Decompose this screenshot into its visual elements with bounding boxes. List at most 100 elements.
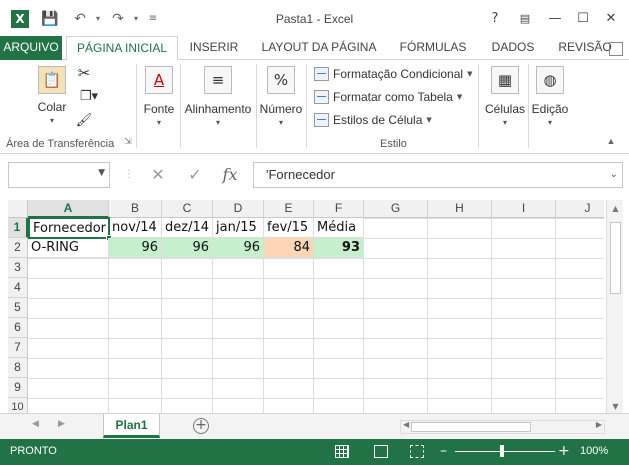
previous-sheet-icon[interactable]: ◀ [32, 419, 39, 429]
vertical-scrollbar[interactable]: ▲ ▼ [606, 200, 623, 413]
copy-icon[interactable]: ❐▾ [74, 88, 104, 104]
tab-insert[interactable]: INSERIR [184, 36, 244, 60]
cell-a1[interactable]: Fornecedor [28, 217, 110, 239]
cell-b1[interactable]: nov/14 [109, 218, 162, 238]
conditional-formatting-label: Formatação Condicional [333, 67, 464, 81]
cell-e1[interactable]: fev/15 [264, 218, 314, 238]
row-header-1[interactable]: 1 [8, 218, 28, 238]
scroll-left-icon[interactable]: ◀ [403, 420, 409, 429]
format-painter-icon[interactable]: 🖌 [74, 112, 94, 128]
cancel-icon[interactable]: ✕ [147, 164, 169, 186]
zoom-level[interactable]: 100% [580, 445, 608, 457]
expand-formula-bar-icon[interactable]: ⌄ [610, 163, 618, 187]
row-header-8[interactable]: 8 [8, 358, 28, 378]
row-header-10[interactable]: 10 [8, 398, 28, 413]
column-header-g[interactable]: G [364, 200, 428, 218]
enter-icon[interactable]: ✓ [184, 164, 206, 186]
column-header-c[interactable]: C [162, 200, 213, 218]
percent-icon: % [267, 66, 295, 94]
column-header-h[interactable]: H [428, 200, 492, 218]
name-box[interactable]: ▼ [8, 162, 110, 188]
column-header-f[interactable]: F [314, 200, 364, 218]
sheet-tabs-bar: ◀ ▶ Plan1 + ◀ ▶ [0, 413, 629, 439]
ribbon-tabs: ARQUIVO PÁGINA INICIAL INSERIR LAYOUT DA… [0, 36, 629, 61]
minimize-icon[interactable]: — [544, 9, 566, 29]
cells-button[interactable]: ▦ Células ▾ [482, 66, 528, 127]
tab-page-layout[interactable]: LAYOUT DA PÁGINA [252, 36, 386, 60]
column-header-i[interactable]: I [492, 200, 556, 218]
conditional-formatting-icon [314, 67, 329, 81]
horizontal-scrollbar[interactable]: ◀ ▶ [400, 420, 605, 434]
conditional-formatting-button[interactable]: Formatação Condicional ▼ [314, 64, 472, 84]
sheet-tab-plan1[interactable]: Plan1 [103, 414, 160, 438]
cell-a2[interactable]: O-RING [28, 238, 109, 258]
scroll-down-icon[interactable]: ▼ [607, 402, 624, 411]
editing-button[interactable]: ◍ Edição ▾ [530, 66, 570, 127]
row-header-6[interactable]: 6 [8, 318, 28, 338]
tab-home[interactable]: PÁGINA INICIAL [66, 36, 178, 61]
cell-f2[interactable]: 93 [314, 238, 364, 258]
title-bar: X 💾 ↶ ▾ ↷ ▾ ≡ Pasta1 - Excel ? ▤ — ☐ ✕ [0, 0, 629, 36]
column-header-b[interactable]: B [109, 200, 162, 218]
help-icon[interactable]: ? [484, 9, 506, 29]
vertical-scroll-thumb[interactable] [610, 222, 621, 294]
tab-formulas[interactable]: FÓRMULAS [394, 36, 472, 60]
tab-data[interactable]: DADOS [484, 36, 542, 60]
cell-styles-icon [314, 113, 329, 127]
font-button[interactable]: A Fonte ▾ [140, 66, 178, 127]
scroll-up-icon[interactable]: ▲ [607, 204, 624, 213]
maximize-icon[interactable]: ☐ [572, 9, 594, 29]
collapse-ribbon-icon[interactable]: ▲ [604, 136, 618, 146]
page-break-view-icon[interactable] [410, 445, 424, 458]
cell-c2[interactable]: 96 [162, 238, 213, 258]
cell-d2[interactable]: 96 [213, 238, 264, 258]
status-mode: PRONTO [10, 445, 57, 457]
select-all-corner[interactable] [8, 200, 28, 218]
tab-file[interactable]: ARQUIVO [0, 36, 62, 60]
binoculars-icon: ◍ [536, 66, 564, 94]
cell-c1[interactable]: dez/14 [162, 218, 213, 238]
worksheet-grid[interactable]: A B C D E F G H I J 1 2 3 4 5 6 7 8 9 10… [8, 200, 604, 413]
clipboard-launcher-icon[interactable]: ⇲ [122, 136, 134, 147]
next-sheet-icon[interactable]: ▶ [58, 419, 65, 429]
row-header-7[interactable]: 7 [8, 338, 28, 358]
row-header-3[interactable]: 3 [8, 258, 28, 278]
paste-button[interactable]: 📋 Colar ▾ [30, 66, 74, 125]
cell-b2[interactable]: 96 [109, 238, 162, 258]
close-icon[interactable]: ✕ [600, 9, 622, 29]
zoom-slider[interactable] [455, 451, 555, 452]
column-header-j[interactable]: J [556, 200, 604, 218]
insert-function-icon[interactable]: fx [219, 164, 241, 186]
normal-view-icon[interactable] [335, 445, 349, 458]
account-icon[interactable] [609, 42, 623, 56]
horizontal-scroll-thumb[interactable] [411, 422, 531, 432]
zoom-out-icon[interactable]: – [440, 443, 447, 459]
column-header-a[interactable]: A [28, 200, 109, 218]
group-separator [528, 64, 529, 148]
alignment-button[interactable]: ≡ Alinhamento ▾ [182, 66, 254, 127]
add-sheet-icon[interactable]: + [193, 418, 209, 434]
cell-d1[interactable]: jan/15 [213, 218, 264, 238]
formula-input[interactable]: 'Fornecedor ⌄ [253, 162, 623, 188]
column-header-d[interactable]: D [213, 200, 264, 218]
formula-bar: ▼ ⋮ ✕ ✓ fx 'Fornecedor ⌄ [0, 154, 629, 200]
zoom-slider-knob[interactable] [500, 445, 504, 457]
cell-styles-button[interactable]: Estilos de Célula ▼ [314, 110, 432, 130]
row-header-4[interactable]: 4 [8, 278, 28, 298]
cut-icon[interactable]: ✂ [74, 64, 94, 82]
format-as-table-label: Formatar como Tabela [333, 90, 453, 104]
number-button[interactable]: % Número ▾ [258, 66, 304, 127]
formula-bar-grip-icon: ⋮ [124, 169, 134, 180]
cell-f1[interactable]: Média [314, 218, 364, 238]
row-header-5[interactable]: 5 [8, 298, 28, 318]
format-as-table-button[interactable]: Formatar como Tabela ▼ [314, 87, 462, 107]
column-header-e[interactable]: E [264, 200, 314, 218]
row-header-2[interactable]: 2 [8, 238, 28, 258]
row-header-9[interactable]: 9 [8, 378, 28, 398]
ribbon-display-options-icon[interactable]: ▤ [514, 9, 536, 29]
zoom-in-icon[interactable]: + [558, 443, 570, 459]
group-separator [180, 64, 181, 148]
cell-e2[interactable]: 84 [264, 238, 314, 258]
scroll-right-icon[interactable]: ▶ [596, 420, 602, 429]
page-layout-view-icon[interactable] [374, 445, 388, 458]
